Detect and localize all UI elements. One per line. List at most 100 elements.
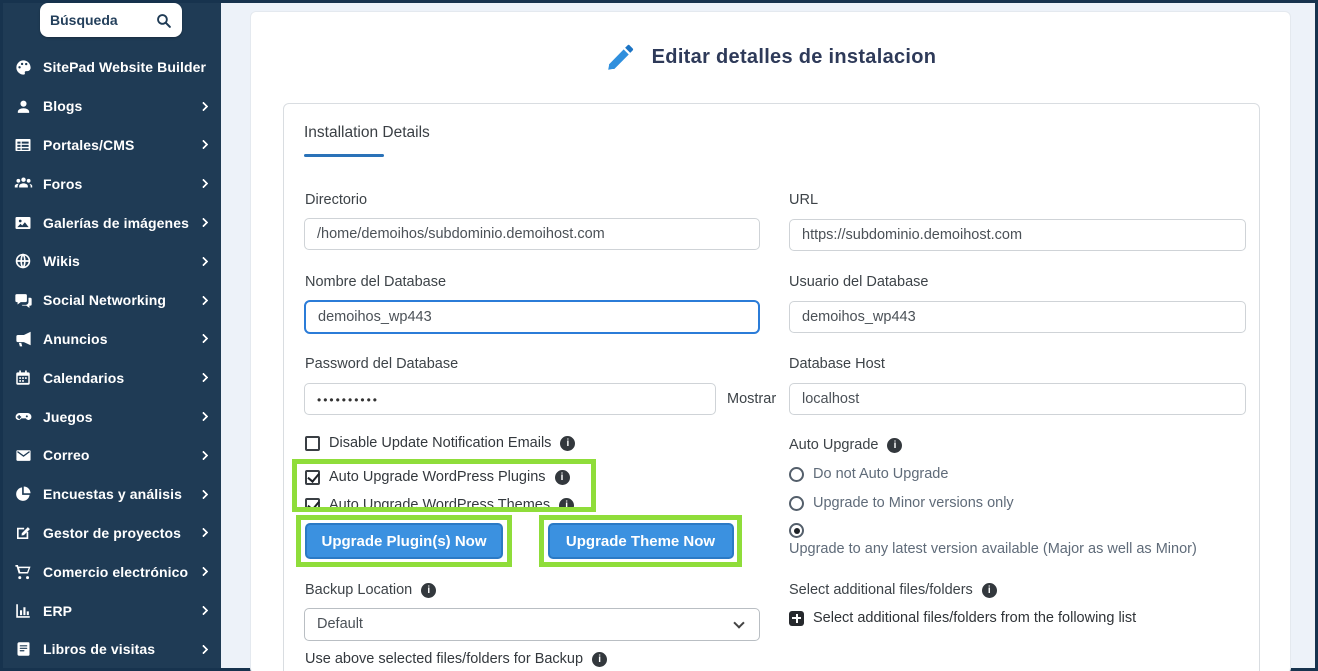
info-icon[interactable] (560, 436, 575, 451)
calendar-icon (12, 368, 34, 388)
db-password-input[interactable]: •••••••••• (304, 383, 716, 415)
sidebar-item-label: SitePad Website Builder (43, 59, 207, 75)
sidebar-item-portales-cms[interactable]: Portales/CMS (3, 126, 221, 165)
info-icon[interactable] (559, 498, 574, 513)
backup-location-selected-value: Default (317, 616, 363, 632)
info-icon[interactable] (982, 583, 997, 598)
sidebar-item-label: Anuncios (43, 331, 191, 347)
radio-row-minor-only: Upgrade to Minor versions only (789, 495, 1014, 511)
sidebar-item-correo[interactable]: Correo (3, 436, 221, 475)
info-icon[interactable] (421, 583, 436, 598)
additional-files-link-row[interactable]: Select additional files/folders from the… (789, 610, 1136, 626)
page-title: Editar detalles de instalacion (652, 46, 937, 69)
backup-location-row: Backup Location (305, 582, 436, 598)
upgrade-minor-only-radio[interactable] (789, 496, 804, 511)
sidebar-item-juegos[interactable]: Juegos (3, 397, 221, 436)
chevron-right-icon (199, 489, 209, 499)
sidebar-item-label: ERP (43, 603, 191, 619)
megaphone-icon (12, 329, 34, 349)
backup-location-select[interactable]: Default (304, 608, 760, 641)
book-icon (12, 639, 34, 659)
sidebar-item-libros-visitas[interactable]: Libros de visitas (3, 630, 221, 669)
page-header: Editar detalles de instalacion (250, 41, 1291, 73)
db-name-input[interactable]: demoihos_wp443 (304, 300, 760, 334)
sidebar-item-calendarios[interactable]: Calendarios (3, 358, 221, 397)
upgrade-any-latest-radio[interactable] (789, 523, 804, 538)
sidebar-item-label: Wikis (43, 253, 191, 269)
auto-upgrade-themes-checkbox[interactable] (305, 498, 320, 513)
additional-files-link[interactable]: Select additional files/folders from the… (813, 610, 1136, 626)
db-user-label: Usuario del Database (789, 274, 928, 290)
chevron-right-icon (199, 644, 209, 654)
disable-emails-checkbox[interactable] (305, 436, 320, 451)
chevron-right-icon (199, 450, 209, 460)
upgrade-theme-highlight-box: Upgrade Theme Now (539, 515, 742, 567)
sidebar-item-sitepad[interactable]: SitePad Website Builder (3, 48, 221, 87)
info-icon[interactable] (887, 438, 902, 453)
sidebar-menu: SitePad Website Builder Blogs Portales/C… (3, 48, 221, 669)
auto-upgrade-plugins-row: Auto Upgrade WordPress Plugins (305, 469, 570, 485)
sidebar-item-social-networking[interactable]: Social Networking (3, 281, 221, 320)
upgrade-minor-only-label: Upgrade to Minor versions only (813, 495, 1014, 511)
auto-upgrade-plugins-label: Auto Upgrade WordPress Plugins (329, 469, 546, 485)
pencil-icon (605, 41, 637, 73)
upgrade-theme-button[interactable]: Upgrade Theme Now (548, 523, 734, 559)
sidebar-item-erp[interactable]: ERP (3, 591, 221, 630)
show-password-toggle[interactable]: Mostrar (727, 391, 776, 407)
sidebar-item-label: Juegos (43, 409, 191, 425)
auto-upgrade-label: Auto Upgrade (789, 437, 878, 453)
pie-chart-icon (12, 484, 34, 504)
auto-upgrade-plugins-checkbox[interactable] (305, 470, 320, 485)
chevron-right-icon (199, 179, 209, 189)
bar-chart-icon (12, 601, 34, 621)
sidebar-item-foros[interactable]: Foros (3, 164, 221, 203)
sidebar-item-label: Encuestas y análisis (43, 486, 191, 502)
auto-upgrade-header-row: Auto Upgrade (789, 437, 902, 453)
sidebar-item-wikis[interactable]: Wikis (3, 242, 221, 281)
search-input[interactable] (50, 12, 149, 28)
image-icon (12, 213, 34, 233)
sidebar-item-label: Libros de visitas (43, 641, 191, 657)
plus-icon[interactable] (789, 611, 804, 626)
sidebar-item-blogs[interactable]: Blogs (3, 87, 221, 126)
upgrade-plugins-button[interactable]: Upgrade Plugin(s) Now (305, 523, 503, 559)
do-not-auto-upgrade-label: Do not Auto Upgrade (813, 466, 948, 482)
search-icon[interactable] (155, 12, 172, 29)
backup-note-label: Use above selected files/folders for Bac… (305, 651, 583, 667)
auto-upgrade-themes-row: Auto Upgrade WordPress Themes (305, 497, 574, 512)
users-icon (12, 174, 34, 194)
sidebar-item-gestor-proyectos[interactable]: Gestor de proyectos (3, 514, 221, 553)
directory-input[interactable]: /home/demoihos/subdominio.demoihost.com (304, 218, 760, 250)
chevron-down-icon (733, 617, 744, 628)
url-input[interactable]: https://subdominio.demoihost.com (789, 219, 1246, 251)
sidebar-item-label: Comercio electrónico (43, 564, 191, 580)
do-not-auto-upgrade-radio[interactable] (789, 467, 804, 482)
sidebar-item-comercio[interactable]: Comercio electrónico (3, 552, 221, 591)
sidebar-item-label: Foros (43, 176, 191, 192)
db-user-input[interactable]: demoihos_wp443 (789, 301, 1246, 333)
sidebar-item-anuncios[interactable]: Anuncios (3, 320, 221, 359)
sidebar-item-label: Gestor de proyectos (43, 525, 191, 541)
sidebar-item-galerias[interactable]: Galerías de imágenes (3, 203, 221, 242)
list-icon (12, 135, 34, 155)
info-icon[interactable] (592, 652, 607, 667)
cart-icon (12, 562, 34, 582)
disable-emails-label: Disable Update Notification Emails (329, 435, 551, 451)
additional-files-header-row: Select additional files/folders (789, 582, 997, 598)
db-name-label: Nombre del Database (305, 274, 446, 290)
upgrade-plugins-highlight-box: Upgrade Plugin(s) Now (296, 515, 512, 567)
radio-row-any-latest (789, 523, 804, 538)
tab-installation-details[interactable]: Installation Details (304, 124, 430, 142)
chevron-right-icon (199, 101, 209, 111)
globe-icon (12, 251, 34, 271)
info-icon[interactable] (555, 470, 570, 485)
sidebar-item-label: Social Networking (43, 292, 191, 308)
sidebar-item-label: Blogs (43, 98, 191, 114)
sidebar-item-label: Correo (43, 447, 191, 463)
sidebar-item-encuestas[interactable]: Encuestas y análisis (3, 475, 221, 514)
sidebar-item-label: Galerías de imágenes (43, 215, 191, 231)
auto-upgrade-highlight-box: Auto Upgrade WordPress Plugins Auto Upgr… (292, 459, 596, 512)
chevron-right-icon (199, 373, 209, 383)
db-host-input[interactable]: localhost (789, 383, 1246, 415)
app-window: SitePad Website Builder Blogs Portales/C… (0, 0, 1318, 671)
